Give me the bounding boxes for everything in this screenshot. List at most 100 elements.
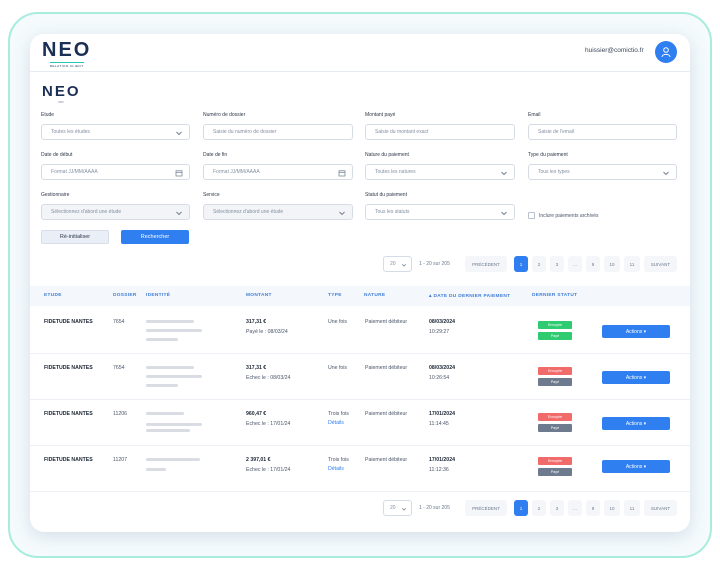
table-row: FIDETUDE NANTES 7654 317,31 € Echec le :… (30, 354, 690, 400)
calendar-icon[interactable] (175, 169, 183, 177)
caret-down-icon: ▾ (643, 374, 647, 381)
montant-cell: 2 397,01 € (246, 457, 271, 463)
include-archived-label: Inclure paiements archivés (539, 213, 599, 219)
per-page-value: 20 (390, 261, 396, 267)
email-placeholder: Saisie de l'email (538, 129, 574, 135)
col-identite[interactable]: IDENTITÉ (146, 293, 170, 298)
next-page-button[interactable]: SUIVANT (644, 500, 677, 516)
top-bar: NEO RELATION CLIENT huissier@comictio.fr (30, 34, 690, 72)
nature-value: Toutes les natures (375, 169, 416, 175)
identity-redacted (146, 468, 166, 471)
col-dossier[interactable]: DOSSIER (113, 293, 137, 298)
service-value: Sélectionnez d'abord une étude (213, 209, 284, 215)
actions-label: Actions (625, 420, 643, 427)
nature-select[interactable]: Toutes les natures (365, 164, 515, 180)
page-range: 1 - 20 sur 205 (419, 261, 450, 267)
actions-button[interactable]: Actions ▾ (602, 325, 670, 338)
chevron-down-icon (176, 211, 182, 216)
calendar-icon[interactable] (338, 169, 346, 177)
page-button-3[interactable]: 3 (550, 256, 564, 272)
include-archived-checkbox[interactable] (528, 212, 535, 219)
dossier-input[interactable]: Saisie du numéro de dossier (203, 124, 353, 140)
date-cell: 17/01/2024 (429, 411, 455, 417)
next-page-button[interactable]: SUIVANT (644, 256, 677, 272)
email-input[interactable]: Saisie de l'email (528, 124, 677, 140)
chevron-down-icon (401, 264, 407, 267)
page-button-1[interactable]: 1 (514, 256, 528, 272)
per-page-select[interactable]: 20 (383, 500, 412, 516)
prev-page-button[interactable]: PRÉCÉDENT (465, 500, 507, 516)
service-label: Service (203, 192, 220, 198)
app-logo[interactable]: NEO RELATION CLIENT (42, 40, 91, 68)
montant-input[interactable]: Saisie du montant exact (365, 124, 515, 140)
actions-button[interactable]: Actions ▾ (602, 460, 670, 473)
identity-redacted (146, 329, 202, 332)
etude-label: Etude (41, 112, 55, 118)
per-page-select[interactable]: 20 (383, 256, 412, 272)
col-montant[interactable]: MONTANT (246, 293, 272, 298)
caret-down-icon: ▾ (643, 328, 647, 335)
page-button-9[interactable]: 9 (586, 256, 600, 272)
type-select[interactable]: Tous les types (528, 164, 677, 180)
actions-label: Actions (625, 374, 643, 381)
etude-value: Toutes les études (51, 129, 90, 135)
status-badge: Envoyée (538, 321, 572, 329)
table-row: FIDETUDE NANTES 11207 2 397,01 € Echec l… (30, 446, 690, 492)
statut-value: Tous les statuts (375, 209, 410, 215)
pagination-bottom: 20 1 - 20 sur 205 PRÉCÉDENT 1 2 3 ... 9 … (383, 500, 677, 516)
dossier-cell: 7654 (113, 319, 125, 325)
montant-cell: 960,47 € (246, 411, 267, 417)
table-row: FIDETUDE NANTES 11206 960,47 € Echec le … (30, 400, 690, 446)
status-badge: Payé (538, 332, 572, 340)
page-button-11[interactable]: 11 (624, 256, 640, 272)
chevron-down-icon (176, 131, 182, 136)
identity-redacted (146, 412, 184, 415)
app-window: NEO RELATION CLIENT huissier@comictio.fr… (30, 34, 690, 532)
page-button-9[interactable]: 9 (586, 500, 600, 516)
status-badge: Envoyée (538, 367, 572, 375)
identity-redacted (146, 458, 200, 461)
col-etude[interactable]: ETUDE (44, 293, 62, 298)
type-label: Type du paiement (528, 152, 568, 158)
search-button[interactable]: Rechercher (121, 230, 189, 244)
nature-label: Nature du paiement (365, 152, 409, 158)
date-debut-input[interactable]: Format JJ/MM/AAAA (41, 164, 190, 180)
type-cell: Trois fois (328, 457, 349, 463)
dossier-cell: 11207 (113, 457, 128, 463)
col-date[interactable]: ▴ DATE DU DERNIER PAIEMENT (429, 293, 510, 299)
etude-select[interactable]: Toutes les études (41, 124, 190, 140)
col-type[interactable]: TYPE (328, 293, 342, 298)
actions-button[interactable]: Actions ▾ (602, 417, 670, 430)
page-button-2[interactable]: 2 (532, 256, 546, 272)
date-fin-label: Date de fin (203, 152, 228, 158)
page-ellipsis: ... (568, 500, 582, 516)
gestionnaire-select[interactable]: Sélectionnez d'abord une étude (41, 204, 190, 220)
time-cell: 10:29:27 (429, 329, 450, 335)
page-button-11[interactable]: 11 (624, 500, 640, 516)
page-button-10[interactable]: 10 (604, 256, 620, 272)
details-link[interactable]: Détails (328, 466, 344, 472)
page-button-1[interactable]: 1 (514, 500, 528, 516)
page-button-2[interactable]: 2 (532, 500, 546, 516)
reset-button[interactable]: Ré-initialiser (41, 230, 109, 244)
status-badge: Envoyée (538, 413, 572, 421)
prev-page-button[interactable]: PRÉCÉDENT (465, 256, 507, 272)
chevron-down-icon (339, 211, 345, 216)
date-fin-input[interactable]: Format JJ/MM/AAAA (203, 164, 353, 180)
etude-cell: FIDETUDE NANTES (44, 365, 93, 371)
user-avatar[interactable] (655, 41, 677, 63)
page-button-3[interactable]: 3 (550, 500, 564, 516)
details-link[interactable]: Détails (328, 420, 344, 426)
identity-redacted (146, 320, 194, 323)
service-select[interactable]: Sélectionnez d'abord une étude (203, 204, 353, 220)
page-button-10[interactable]: 10 (604, 500, 620, 516)
type-cell: Trois fois (328, 411, 349, 417)
col-nature[interactable]: NATURE (364, 293, 385, 298)
per-page-value: 20 (390, 505, 396, 511)
actions-button[interactable]: Actions ▾ (602, 371, 670, 384)
status-badge: Payé (538, 468, 572, 476)
statut-select[interactable]: Tous les statuts (365, 204, 515, 220)
logo-subtext: RELATION CLIENT (49, 62, 84, 68)
pagination-top: 20 1 - 20 sur 205 PRÉCÉDENT 1 2 3 ... 9 … (383, 256, 677, 272)
col-statut[interactable]: DERNIER STATUT (532, 293, 577, 298)
